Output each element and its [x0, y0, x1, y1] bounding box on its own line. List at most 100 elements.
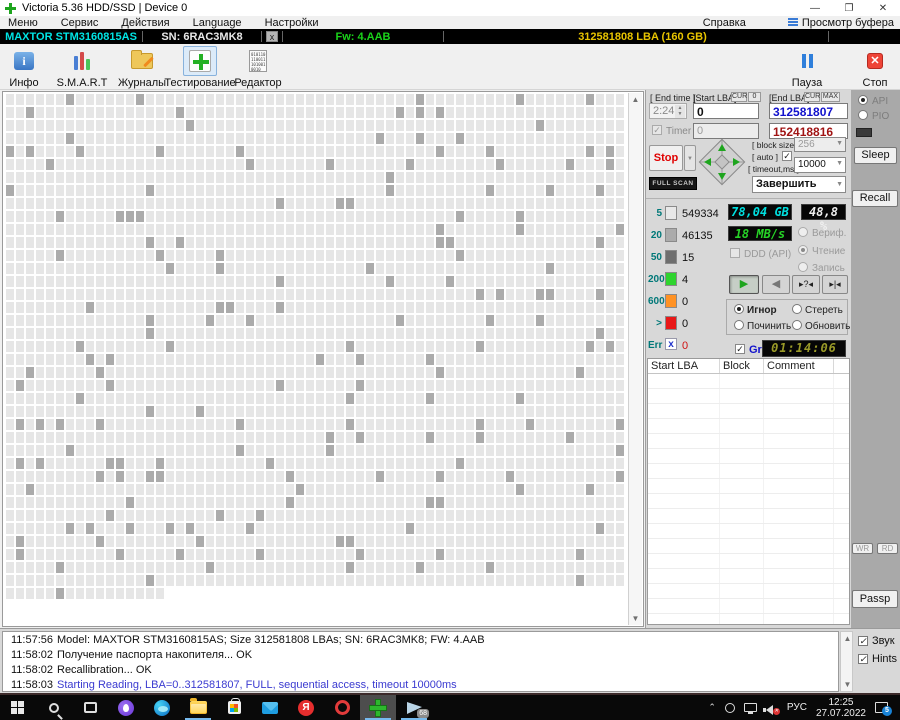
play-button[interactable]: ▶	[729, 275, 759, 294]
info-tab-button[interactable]: i Инфо	[2, 46, 46, 89]
taskbar-edge-button[interactable]	[144, 695, 180, 720]
taskbar-yandex-button[interactable]: Я	[288, 695, 324, 720]
table-row[interactable]	[648, 539, 849, 554]
start-zero-button[interactable]: 0	[748, 92, 761, 102]
after-action-select[interactable]: Завершить▼	[752, 176, 846, 193]
hints-checkbox[interactable]: ✓	[858, 654, 868, 664]
tray-sync-icon[interactable]	[725, 703, 735, 713]
pio-radio[interactable]	[858, 110, 868, 120]
table-row[interactable]	[648, 464, 849, 479]
start-cur-button[interactable]: CUR	[731, 92, 747, 102]
smart-tab-button[interactable]: S.M.A.R.T	[52, 46, 112, 89]
seek-diamond-control[interactable]	[696, 136, 748, 188]
tray-clock[interactable]: 12:2527.07.2022	[816, 697, 866, 719]
scroll-down-icon[interactable]: ▼	[629, 612, 642, 625]
timeout-select[interactable]: 10000▼	[794, 157, 846, 173]
table-row[interactable]	[648, 404, 849, 419]
end-time-spinner[interactable]: 2:24▲▼	[649, 103, 687, 119]
grid-vertical-scrollbar[interactable]: ▲ ▼	[628, 93, 642, 625]
tray-volume-muted-icon[interactable]: ✕	[766, 703, 778, 713]
log-scrollbar[interactable]: ▲ ▼	[840, 631, 853, 692]
scan-mode-dropdown-icon[interactable]: ▼	[684, 145, 696, 171]
device-close-button[interactable]: x	[266, 31, 278, 42]
menu-language[interactable]: Language	[193, 17, 242, 29]
table-row[interactable]	[648, 479, 849, 494]
refresh-radio[interactable]	[792, 320, 802, 330]
spinner-arrows-icon[interactable]: ▲▼	[675, 105, 685, 118]
table-row[interactable]	[648, 389, 849, 404]
menu-main[interactable]: Меню	[8, 17, 38, 29]
table-row[interactable]	[648, 494, 849, 509]
start-button[interactable]	[0, 695, 36, 720]
scan-map-area[interactable]: ▲ ▼	[2, 91, 644, 627]
table-row[interactable]	[648, 524, 849, 539]
table-row[interactable]	[648, 599, 849, 614]
table-row[interactable]	[648, 569, 849, 584]
buffer-view-button[interactable]: Просмотр буфера	[788, 17, 894, 29]
close-button[interactable]: ✕	[866, 1, 900, 16]
taskbar-victoria-button[interactable]	[360, 695, 396, 720]
table-row[interactable]	[648, 374, 849, 389]
ddd-checkbox[interactable]	[730, 248, 740, 258]
testing-tab-button[interactable]: Тестирование	[160, 46, 240, 89]
rd-button[interactable]: RD	[877, 543, 898, 554]
end-max-button[interactable]: MAX	[821, 92, 840, 102]
menu-actions[interactable]: Действия	[121, 17, 169, 29]
minimize-button[interactable]: —	[798, 1, 832, 16]
table-row[interactable]	[648, 554, 849, 569]
taskbar-explorer-button[interactable]	[180, 695, 216, 720]
api-radio[interactable]	[858, 95, 868, 105]
read-radio[interactable]	[798, 245, 808, 255]
table-row[interactable]	[648, 449, 849, 464]
taskbar-opera-button[interactable]	[324, 695, 360, 720]
erase-radio[interactable]	[792, 304, 802, 314]
random-read-button[interactable]: ▸?◂	[792, 275, 820, 294]
menu-help[interactable]: Справка	[703, 17, 746, 29]
scan-stop-button[interactable]: Stop	[649, 145, 683, 171]
recall-button[interactable]: Recall	[852, 190, 898, 207]
log-scroll-down-icon[interactable]: ▼	[841, 678, 854, 691]
write-radio[interactable]	[798, 262, 808, 272]
timer-checkbox[interactable]: ✓	[652, 125, 662, 135]
butterfly-read-button[interactable]: ▸|◂	[822, 275, 848, 294]
table-row[interactable]	[648, 434, 849, 449]
table-row[interactable]	[648, 509, 849, 524]
editor-tab-button[interactable]: 0101101100111010010010 Редактор	[230, 46, 286, 89]
repair-radio[interactable]	[734, 320, 744, 330]
taskbar-mail-button[interactable]	[252, 695, 288, 720]
verify-radio[interactable]	[798, 227, 808, 237]
sound-option[interactable]: ✓Звук	[858, 635, 895, 647]
task-view-button[interactable]	[72, 695, 108, 720]
sleep-button[interactable]: Sleep	[854, 147, 897, 164]
menu-service[interactable]: Сервис	[61, 17, 99, 29]
stop-button[interactable]: ✕ Стоп	[855, 46, 895, 89]
tray-chevron-icon[interactable]: ⌃	[708, 702, 716, 713]
auto-checkbox[interactable]: ✓	[782, 151, 792, 161]
end-cur-button[interactable]: CUR	[804, 92, 820, 102]
end-lba-input[interactable]: 312581807	[769, 103, 848, 119]
hints-option[interactable]: ✓Hints	[858, 653, 897, 665]
full-scan-button[interactable]: FULL SCAN	[649, 177, 697, 190]
tray-network-icon[interactable]	[744, 703, 757, 712]
notification-center-button[interactable]: 5	[875, 702, 888, 713]
taskbar-telegram-button[interactable]: 68	[396, 695, 432, 720]
ignore-radio[interactable]	[734, 304, 744, 314]
back-button[interactable]: ◀	[762, 275, 790, 294]
table-row[interactable]	[648, 614, 849, 625]
table-row[interactable]	[648, 584, 849, 599]
defect-table[interactable]: Start LBA Block Comment	[647, 358, 850, 625]
taskbar-alice-button[interactable]	[108, 695, 144, 720]
wr-button[interactable]: WR	[852, 543, 873, 554]
pause-button[interactable]: Пауза	[785, 46, 829, 89]
taskbar-search-button[interactable]	[36, 695, 72, 720]
passp-button[interactable]: Passp	[852, 590, 898, 608]
start-lba-input[interactable]: 0	[693, 103, 759, 119]
log-box[interactable]: 11:57:56Model: MAXTOR STM3160815AS; Size…	[2, 631, 839, 692]
table-row[interactable]	[648, 419, 849, 434]
maximize-button[interactable]: ❐	[832, 1, 866, 16]
tray-language[interactable]: РУС	[787, 702, 807, 713]
sound-checkbox[interactable]: ✓	[858, 636, 868, 646]
log-scroll-up-icon[interactable]: ▲	[841, 632, 854, 645]
menu-settings[interactable]: Настройки	[265, 17, 319, 29]
grid-checkbox[interactable]: ✓	[735, 344, 745, 354]
